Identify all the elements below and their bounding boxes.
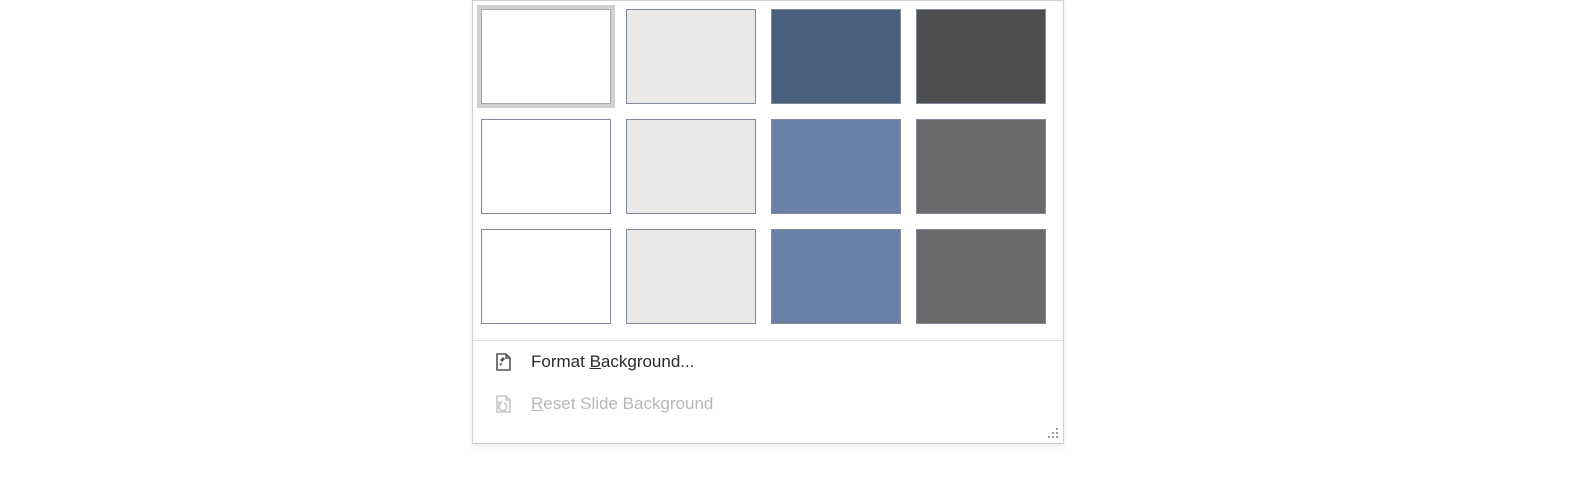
background-styles-grid	[473, 1, 1063, 328]
resize-grip-icon	[1047, 427, 1059, 439]
background-style-1-1[interactable]	[481, 9, 611, 104]
background-style-1-2[interactable]	[626, 9, 756, 104]
background-style-2-3[interactable]	[771, 119, 901, 214]
background-styles-panel: Format Background... Reset Slide Backgro…	[472, 0, 1064, 444]
format-background-label: Format Background...	[531, 352, 694, 372]
format-background-menu-item[interactable]: Format Background...	[473, 341, 1063, 383]
swatch-row	[481, 119, 1055, 214]
swatch-row	[481, 229, 1055, 324]
reset-background-icon	[493, 393, 515, 415]
reset-slide-background-menu-item: Reset Slide Background	[473, 383, 1063, 425]
background-style-3-2[interactable]	[626, 229, 756, 324]
background-style-3-3[interactable]	[771, 229, 901, 324]
background-style-1-4[interactable]	[916, 9, 1046, 104]
background-style-1-3[interactable]	[771, 9, 901, 104]
background-style-3-1[interactable]	[481, 229, 611, 324]
resize-grip[interactable]	[473, 425, 1063, 443]
background-style-2-1[interactable]	[481, 119, 611, 214]
background-style-2-4[interactable]	[916, 119, 1046, 214]
swatch-row	[481, 9, 1055, 104]
format-background-icon	[493, 351, 515, 373]
background-style-2-2[interactable]	[626, 119, 756, 214]
background-style-3-4[interactable]	[916, 229, 1046, 324]
reset-slide-background-label: Reset Slide Background	[531, 394, 713, 414]
